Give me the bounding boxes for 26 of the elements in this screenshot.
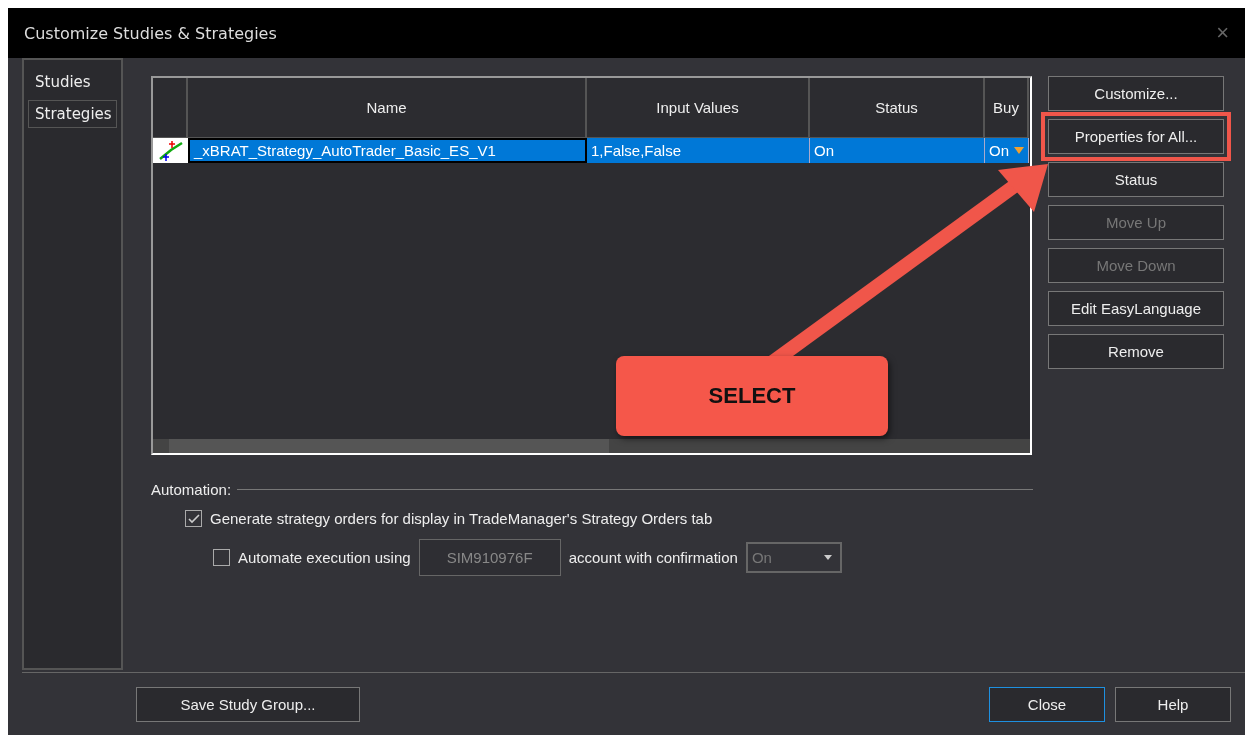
action-button[interactable]: Status (1048, 162, 1224, 197)
section-label: Automation: (151, 481, 232, 498)
sidebar-item[interactable]: Strategies (28, 100, 117, 128)
save-group-button[interactable]: Save Study Group... (136, 686, 360, 722)
sidebar-item[interactable]: Studies (28, 68, 117, 96)
checkbox-label: Generate strategy orders for display in TradeManager's Strategy Orders tab (210, 510, 713, 527)
annotation-callout: SELECT (616, 356, 888, 436)
account-field[interactable]: SIM910976F (418, 539, 561, 576)
help-button[interactable]: Help (1115, 686, 1231, 722)
close-button[interactable]: Close (989, 686, 1105, 722)
action-button[interactable]: Remove (1048, 334, 1224, 369)
checkbox-label: Automate execution using (238, 549, 411, 566)
table-cell[interactable]: 1,False,False (587, 138, 810, 163)
action-button[interactable]: Edit EasyLanguage (1048, 291, 1224, 326)
scrollbar[interactable] (153, 439, 1030, 453)
close-button[interactable]: × (1216, 20, 1229, 46)
table-cell[interactable]: On (810, 138, 985, 163)
table-cell[interactable]: On (985, 138, 1029, 163)
checkbox[interactable] (213, 549, 230, 566)
checkbox[interactable] (185, 510, 202, 527)
dropdown-arrow-icon[interactable] (823, 555, 832, 560)
table-cell[interactable]: _xBRAT_Strategy_AutoTrader_Basic_ES_V1 (188, 138, 587, 163)
field-label: account with confirmation (568, 549, 738, 566)
window-title: Customize Studies & Strategies (24, 23, 277, 43)
action-button[interactable]: Properties for All... (1048, 119, 1224, 154)
action-button[interactable]: Customize... (1048, 76, 1224, 111)
